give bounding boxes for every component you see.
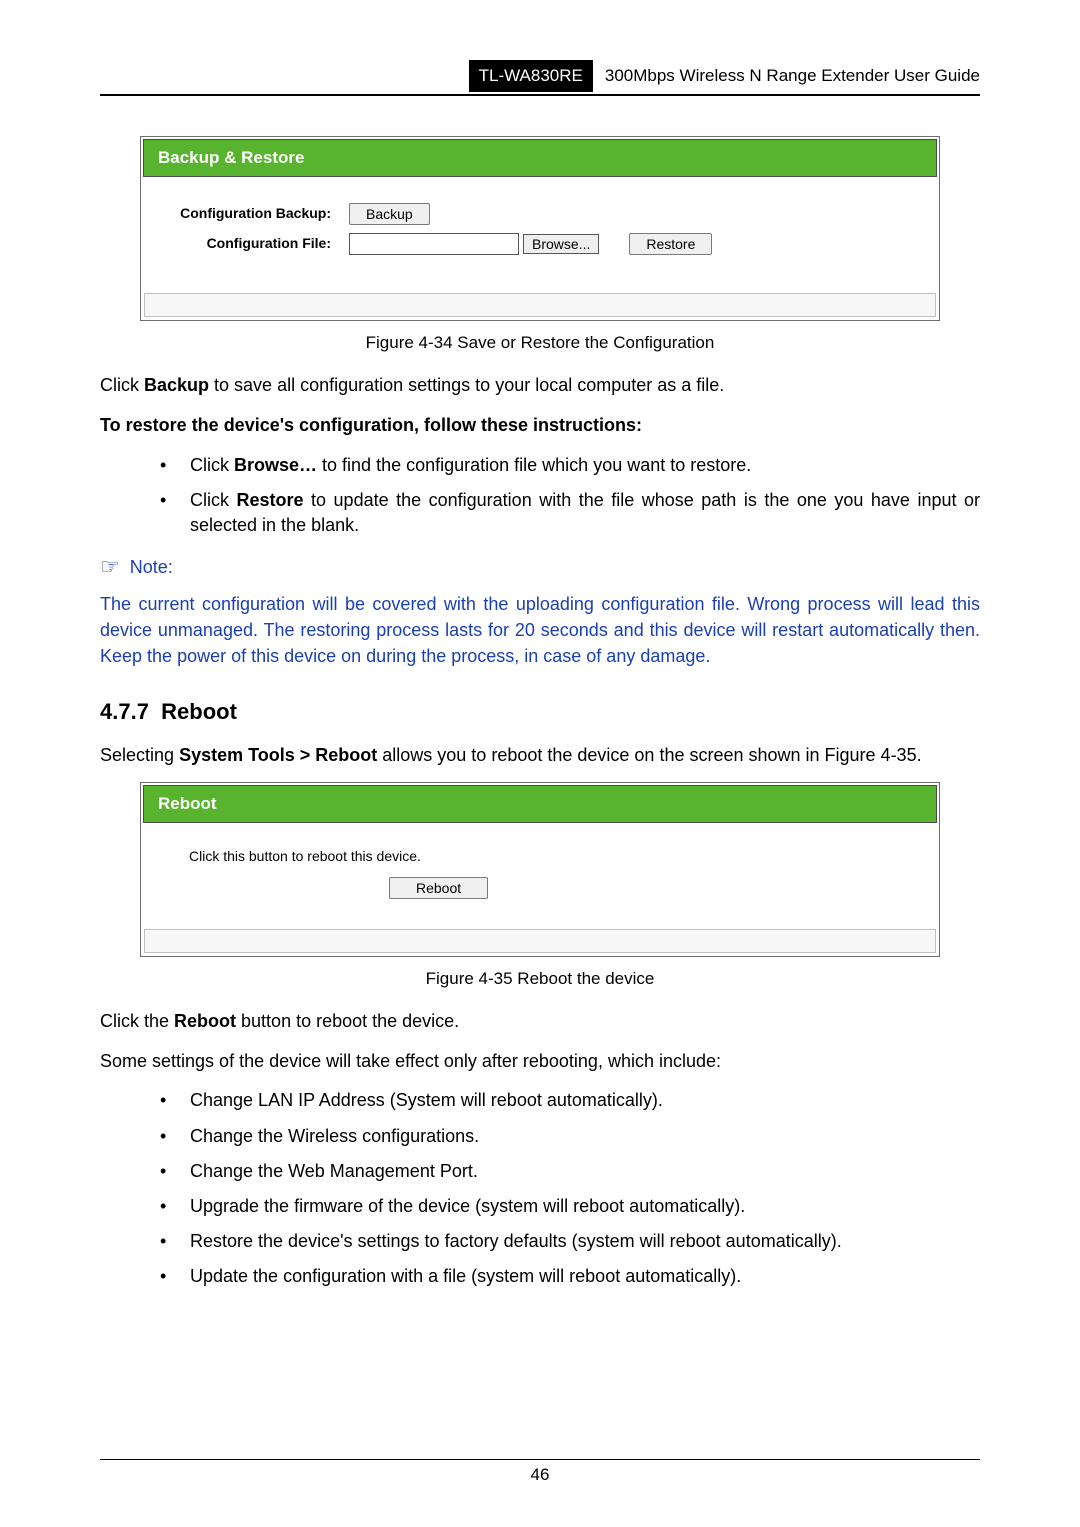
note-body: The current configuration will be covere… [100, 591, 980, 669]
list-item: Change LAN IP Address (System will reboo… [160, 1088, 980, 1113]
text: button to reboot the device. [236, 1011, 459, 1031]
panel-header-reboot: Reboot [143, 785, 937, 823]
note-heading: ☞ Note: [100, 552, 980, 583]
row-config-backup: Configuration Backup: Backup [159, 203, 921, 225]
header-title: 300Mbps Wireless N Range Extender User G… [593, 60, 980, 92]
text: Selecting [100, 745, 179, 765]
header-model: TL-WA830RE [469, 60, 593, 92]
text: allows you to reboot the device on the s… [377, 745, 921, 765]
paragraph-settings-effect: Some settings of the device will take ef… [100, 1048, 980, 1074]
list-item: Upgrade the firmware of the device (syst… [160, 1194, 980, 1219]
text: to save all configuration settings to yo… [209, 375, 724, 395]
figure-caption-34: Figure 4-34 Save or Restore the Configur… [100, 331, 980, 355]
bold-systools: System Tools > Reboot [179, 745, 377, 765]
figure-caption-35: Figure 4-35 Reboot the device [100, 967, 980, 991]
list-item: Click Browse… to find the configuration … [160, 453, 980, 478]
bold-restore: Restore [237, 490, 304, 510]
panel-footer-bar [144, 293, 936, 317]
text: Click the [100, 1011, 174, 1031]
browse-button[interactable]: Browse... [523, 234, 599, 254]
reboot-button[interactable]: Reboot [389, 877, 488, 899]
section-number: 4.7.7 [100, 699, 149, 724]
text: Click [100, 375, 144, 395]
figure-reboot: Reboot Click this button to reboot this … [140, 782, 940, 956]
list-item: Restore the device's settings to factory… [160, 1229, 980, 1254]
label-config-file: Configuration File: [159, 234, 349, 254]
bold-reboot: Reboot [174, 1011, 236, 1031]
text: Click [190, 490, 237, 510]
header-separator [100, 94, 980, 96]
label-config-backup: Configuration Backup: [159, 204, 349, 224]
pointing-hand-icon: ☞ [100, 552, 120, 583]
restore-steps-list: Click Browse… to find the configuration … [160, 453, 980, 539]
bold-backup: Backup [144, 375, 209, 395]
section-heading-reboot: 4.7.7 Reboot [100, 697, 980, 728]
paragraph-restore-intro: To restore the device's configuration, f… [100, 412, 980, 438]
text: Click [190, 455, 234, 475]
page-header: TL-WA830RE 300Mbps Wireless N Range Exte… [100, 60, 980, 92]
note-label-text: Note: [130, 555, 173, 580]
paragraph-backup: Click Backup to save all configuration s… [100, 372, 980, 398]
config-file-input[interactable] [349, 233, 519, 255]
list-item: Change the Web Management Port. [160, 1159, 980, 1184]
paragraph-reboot-intro: Selecting System Tools > Reboot allows y… [100, 742, 980, 768]
panel-footer-bar [144, 929, 936, 953]
row-config-file: Configuration File: Browse... Restore [159, 233, 921, 255]
section-name: Reboot [161, 699, 237, 724]
figure-backup-restore: Backup & Restore Configuration Backup: B… [140, 136, 940, 321]
restore-button[interactable]: Restore [629, 233, 712, 255]
paragraph-reboot-click: Click the Reboot button to reboot the de… [100, 1008, 980, 1034]
page-number: 46 [100, 1459, 980, 1487]
backup-button[interactable]: Backup [349, 203, 430, 225]
text: to find the configuration file which you… [317, 455, 751, 475]
bold-browse: Browse… [234, 455, 317, 475]
list-item: Update the configuration with a file (sy… [160, 1264, 980, 1289]
reboot-settings-list: Change LAN IP Address (System will reboo… [160, 1088, 980, 1289]
list-item: Click Restore to update the configuratio… [160, 488, 980, 538]
reboot-instruction: Click this button to reboot this device. [189, 847, 921, 867]
text: to update the configuration with the fil… [190, 490, 980, 535]
panel-header-backup: Backup & Restore [143, 139, 937, 177]
list-item: Change the Wireless configurations. [160, 1124, 980, 1149]
